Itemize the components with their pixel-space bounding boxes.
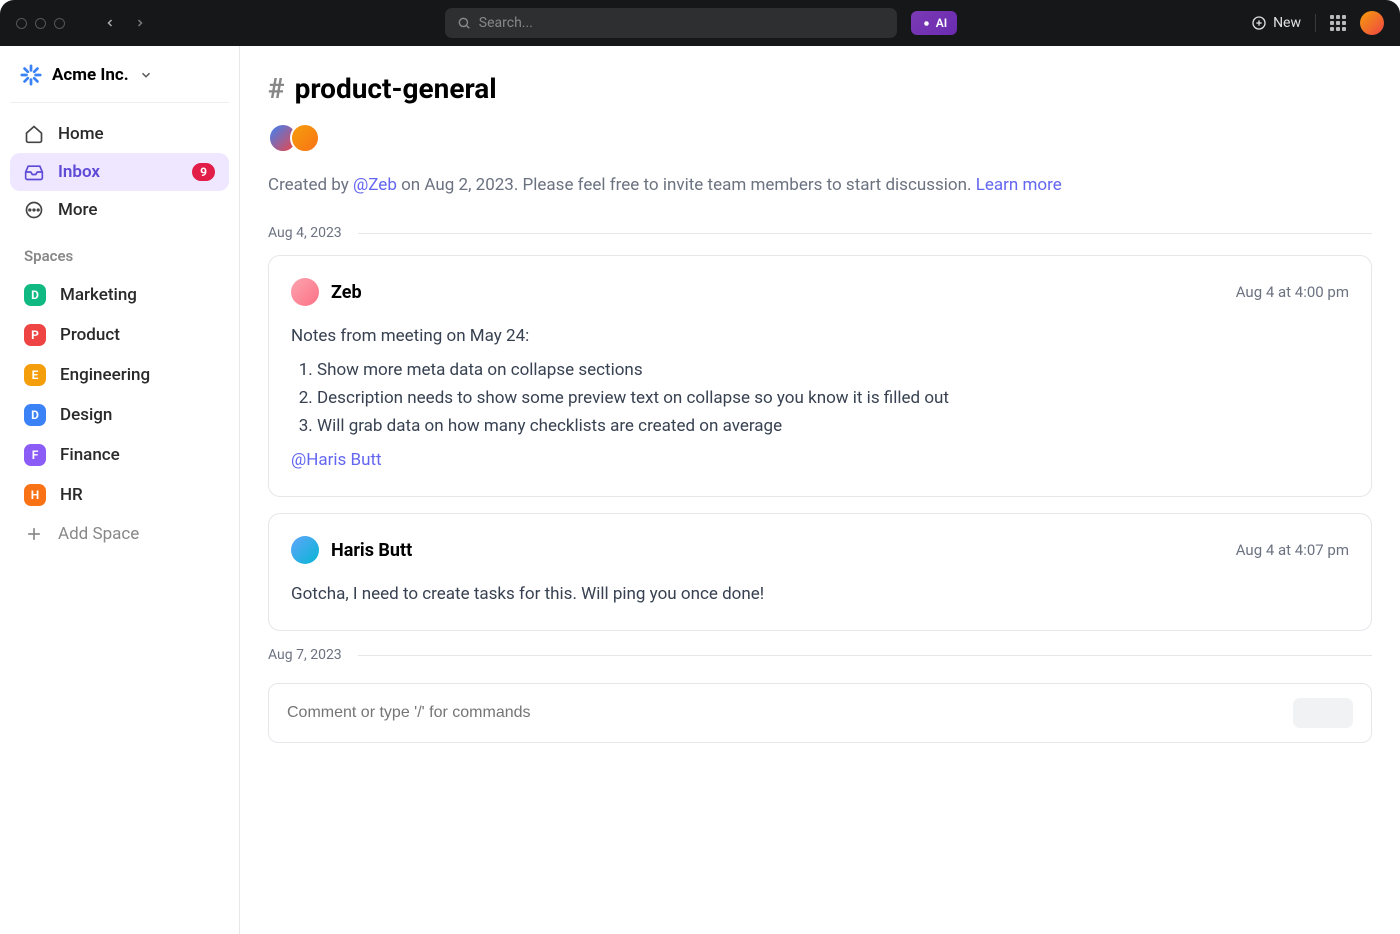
window-controls bbox=[16, 18, 65, 29]
space-icon: F bbox=[24, 444, 46, 466]
message-header: Haris Butt Aug 4 at 4:07 pm bbox=[291, 536, 1349, 564]
header-right: New bbox=[1251, 11, 1384, 35]
inbox-count: 9 bbox=[192, 163, 215, 181]
list-item: Description needs to show some preview t… bbox=[317, 384, 1349, 412]
space-item[interactable]: F Finance bbox=[10, 435, 229, 475]
apps-icon[interactable] bbox=[1330, 15, 1346, 31]
creator-mention[interactable]: @Zeb bbox=[353, 175, 397, 195]
user-avatar[interactable] bbox=[1360, 11, 1384, 35]
home-icon bbox=[24, 124, 44, 144]
space-item[interactable]: E Engineering bbox=[10, 355, 229, 395]
space-item[interactable]: P Product bbox=[10, 315, 229, 355]
message: Haris Butt Aug 4 at 4:07 pm Gotcha, I ne… bbox=[268, 513, 1372, 631]
member-avatar bbox=[290, 123, 320, 153]
header: Search... AI New bbox=[0, 0, 1400, 46]
search-bar[interactable]: Search... bbox=[445, 8, 897, 38]
message-text: Gotcha, I need to create tasks for this.… bbox=[291, 580, 1349, 608]
maximize-dot[interactable] bbox=[54, 18, 65, 29]
sidebar: Acme Inc. Home Inbox 9 More Spaces D Mark… bbox=[0, 46, 240, 934]
space-label: Design bbox=[60, 405, 112, 425]
ai-button[interactable]: AI bbox=[911, 11, 957, 35]
sparkle-icon bbox=[921, 18, 932, 29]
nav-more-label: More bbox=[58, 200, 97, 220]
channel-description: Created by @Zeb on Aug 2, 2023. Please f… bbox=[268, 175, 1372, 195]
channel-title: # product-general bbox=[268, 72, 1372, 105]
minimize-dot[interactable] bbox=[35, 18, 46, 29]
space-item[interactable]: D Marketing bbox=[10, 275, 229, 315]
divider-line bbox=[358, 233, 1372, 234]
new-button[interactable]: New bbox=[1251, 15, 1301, 31]
space-label: HR bbox=[60, 485, 83, 505]
author-avatar[interactable] bbox=[291, 536, 319, 564]
nav-more[interactable]: More bbox=[10, 191, 229, 229]
nav-inbox-label: Inbox bbox=[58, 162, 100, 182]
desc-prefix: Created by bbox=[268, 175, 353, 195]
space-icon: D bbox=[24, 404, 46, 426]
message: Zeb Aug 4 at 4:00 pm Notes from meeting … bbox=[268, 255, 1372, 497]
date-divider: Aug 7, 2023 bbox=[268, 647, 1372, 663]
workspace-logo-icon bbox=[20, 64, 42, 86]
nav-home-label: Home bbox=[58, 124, 104, 144]
spaces-header: Spaces bbox=[10, 229, 229, 275]
date-label: Aug 7, 2023 bbox=[268, 647, 342, 663]
space-label: Marketing bbox=[60, 285, 137, 305]
divider bbox=[1315, 14, 1316, 32]
workspace-selector[interactable]: Acme Inc. bbox=[10, 64, 229, 103]
message-time: Aug 4 at 4:00 pm bbox=[1236, 283, 1349, 301]
composer-input[interactable] bbox=[287, 704, 1293, 722]
space-item[interactable]: H HR bbox=[10, 475, 229, 515]
space-label: Finance bbox=[60, 445, 120, 465]
member-avatars[interactable] bbox=[268, 123, 1372, 153]
space-icon: D bbox=[24, 284, 46, 306]
workspace-name: Acme Inc. bbox=[52, 65, 129, 85]
space-icon: P bbox=[24, 324, 46, 346]
author-name[interactable]: Haris Butt bbox=[331, 540, 412, 561]
search-icon bbox=[457, 16, 471, 30]
message-body: Notes from meeting on May 24: Show more … bbox=[291, 322, 1349, 474]
forward-button[interactable] bbox=[129, 12, 151, 34]
plus-icon bbox=[24, 524, 44, 544]
back-button[interactable] bbox=[99, 12, 121, 34]
inbox-icon bbox=[24, 162, 44, 182]
space-icon: H bbox=[24, 484, 46, 506]
main-content: # product-general Created by @Zeb on Aug… bbox=[240, 46, 1400, 934]
date-divider: Aug 4, 2023 bbox=[268, 225, 1372, 241]
message-intro: Notes from meeting on May 24: bbox=[291, 322, 1349, 350]
add-space-label: Add Space bbox=[58, 524, 139, 544]
author-name[interactable]: Zeb bbox=[331, 282, 362, 303]
message-time: Aug 4 at 4:07 pm bbox=[1236, 541, 1349, 559]
author-avatar[interactable] bbox=[291, 278, 319, 306]
add-space-button[interactable]: Add Space bbox=[10, 515, 229, 553]
more-icon bbox=[24, 200, 44, 220]
space-icon: E bbox=[24, 364, 46, 386]
divider-line bbox=[358, 655, 1372, 656]
chevron-down-icon bbox=[139, 68, 153, 82]
message-header: Zeb Aug 4 at 4:00 pm bbox=[291, 278, 1349, 306]
list-item: Will grab data on how many checklists ar… bbox=[317, 412, 1349, 440]
desc-suffix: on Aug 2, 2023. Please feel free to invi… bbox=[397, 175, 976, 195]
new-label: New bbox=[1273, 15, 1301, 31]
space-label: Product bbox=[60, 325, 120, 345]
space-item[interactable]: D Design bbox=[10, 395, 229, 435]
learn-more-link[interactable]: Learn more bbox=[976, 175, 1062, 195]
channel-name: product-general bbox=[295, 72, 497, 105]
message-body: Gotcha, I need to create tasks for this.… bbox=[291, 580, 1349, 608]
send-button[interactable] bbox=[1293, 698, 1353, 728]
close-dot[interactable] bbox=[16, 18, 27, 29]
date-label: Aug 4, 2023 bbox=[268, 225, 342, 241]
hash-icon: # bbox=[268, 72, 285, 105]
nav-inbox[interactable]: Inbox 9 bbox=[10, 153, 229, 191]
search-placeholder: Search... bbox=[479, 15, 533, 31]
list-item: Show more meta data on collapse sections bbox=[317, 356, 1349, 384]
nav-home[interactable]: Home bbox=[10, 115, 229, 153]
plus-circle-icon bbox=[1251, 15, 1267, 31]
composer[interactable] bbox=[268, 683, 1372, 743]
user-mention[interactable]: @Haris Butt bbox=[291, 446, 1349, 474]
space-label: Engineering bbox=[60, 365, 150, 385]
ai-label: AI bbox=[936, 16, 947, 30]
